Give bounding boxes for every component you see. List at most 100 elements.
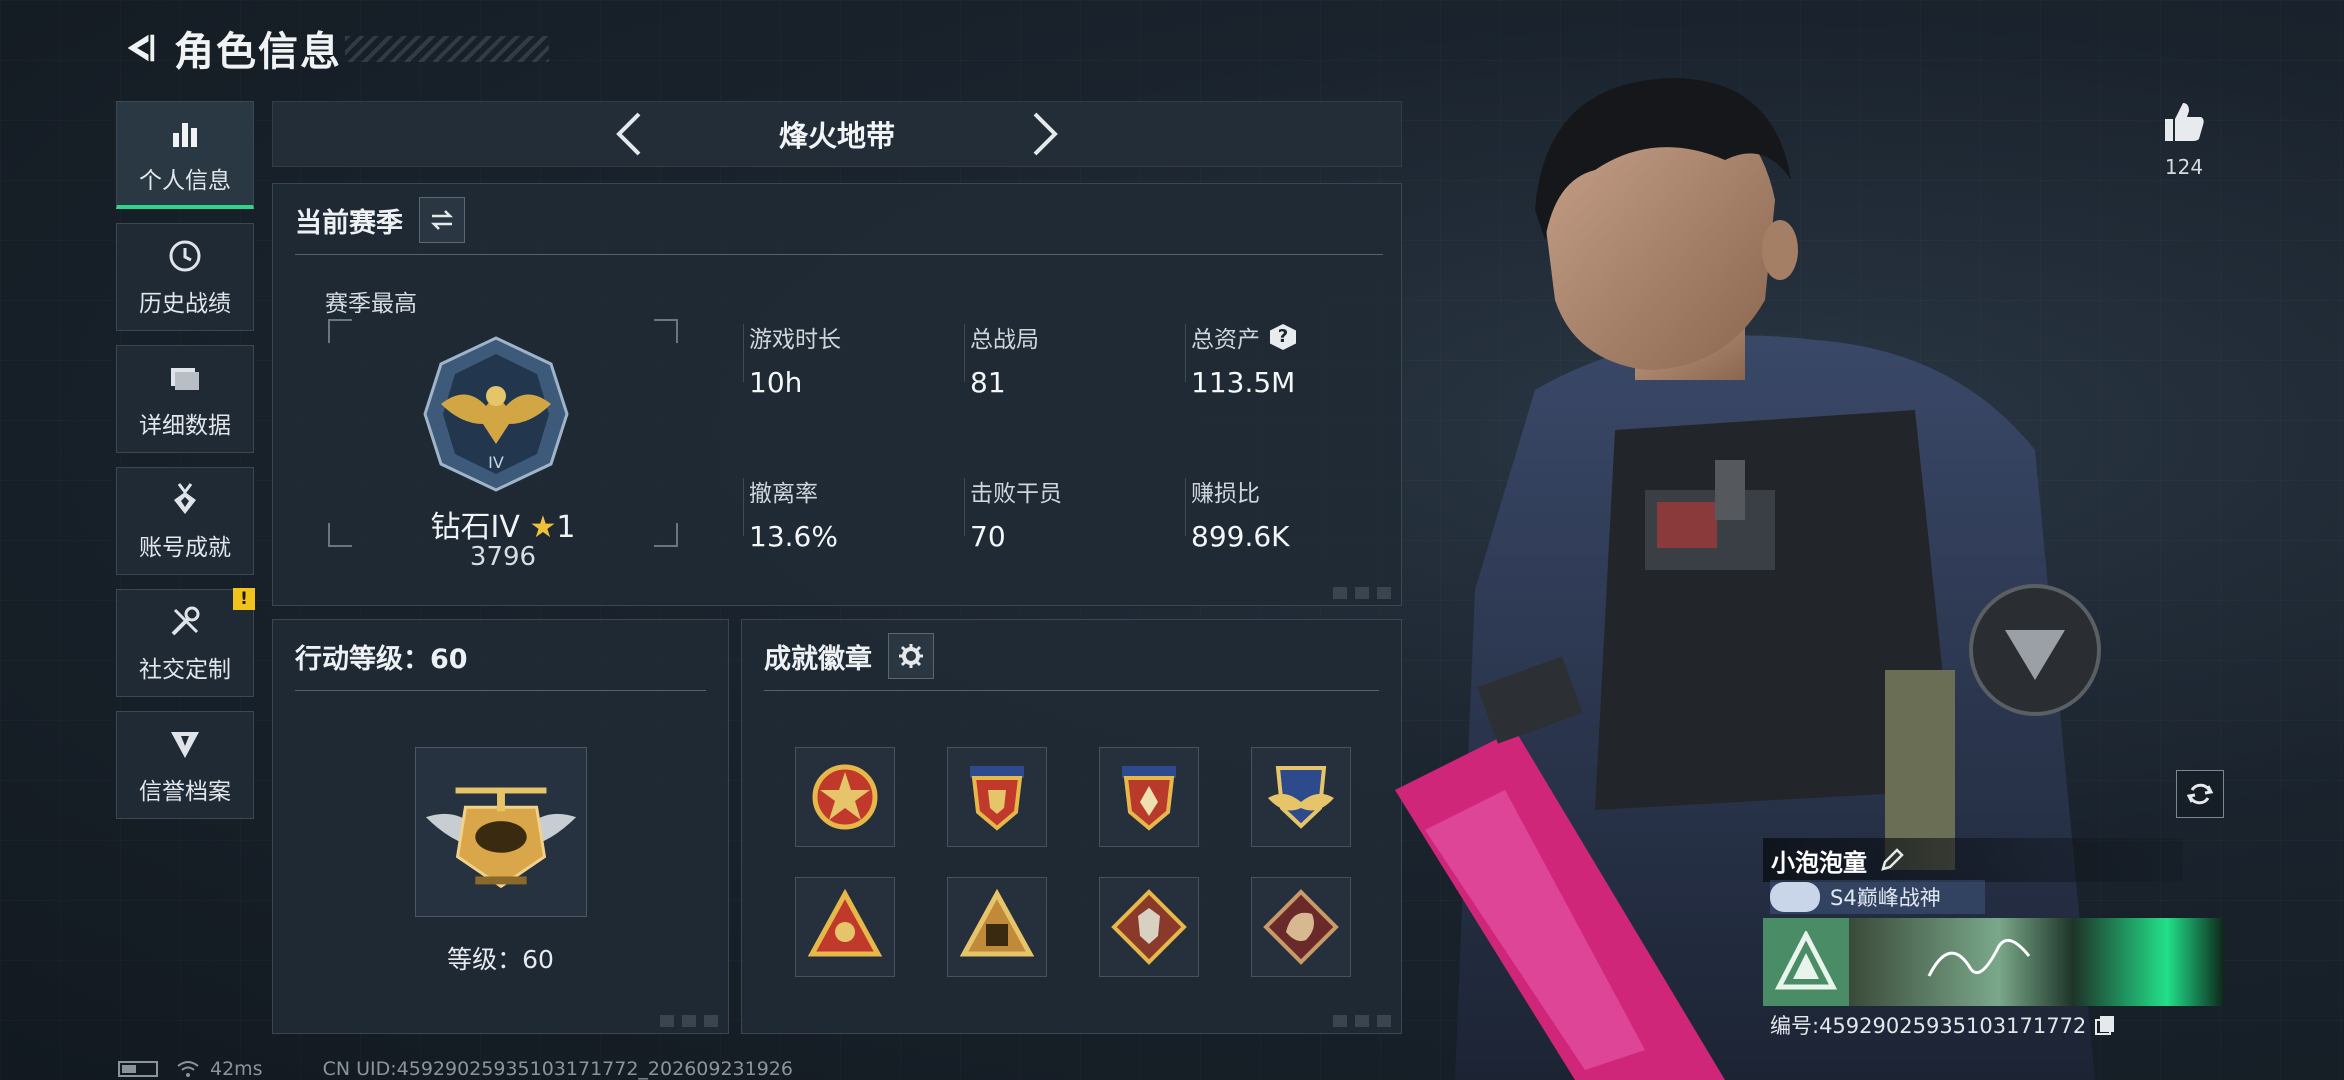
- triangle-badge-icon: [807, 888, 883, 957]
- nav-label: 历史战绩: [139, 291, 231, 317]
- stat-separator: [1185, 324, 1186, 382]
- player-card[interactable]: [1763, 918, 2223, 1006]
- stat-total-assets: 总资产 ? 113.5M: [1191, 320, 1391, 399]
- achievement-badge[interactable]: [795, 747, 895, 847]
- player-name-row: 小泡泡童: [1763, 838, 2183, 882]
- rank-name-row: 钻石IV ★1: [333, 502, 673, 546]
- medal-icon: [165, 480, 205, 520]
- star-medal-icon: [812, 764, 878, 830]
- signature-icon: [1927, 938, 2031, 977]
- wrench-screwdriver-icon: [165, 602, 205, 642]
- achievement-panel-header: 成就徽章: [742, 620, 1401, 692]
- side-nav: 个人信息 历史战绩 详细数据 账号成就 社交定制 ! 信誉档案: [116, 101, 255, 833]
- stat-label: 击败干员: [970, 481, 1062, 507]
- help-icon[interactable]: ?: [1270, 324, 1296, 350]
- like-button[interactable]: 124: [2155, 97, 2213, 179]
- stat-label-row: 总资产 ?: [1191, 320, 1391, 354]
- achievement-badge[interactable]: [1099, 877, 1199, 977]
- season-panel-header: 当前赛季: [273, 184, 1401, 256]
- stat-value: 13.6%: [749, 520, 838, 553]
- achievement-badge[interactable]: [1251, 747, 1351, 847]
- shield-medal-red-icon: [1122, 766, 1176, 831]
- nav-item-achievements[interactable]: 账号成就: [116, 467, 254, 575]
- player-title-row: S4巅峰战神: [1770, 880, 1985, 914]
- level-panel-header: 行动等级：60: [273, 620, 728, 692]
- refresh-button[interactable]: [2176, 770, 2224, 818]
- player-uid: 编号:45929025935103171772: [1770, 1014, 2087, 1038]
- back-button[interactable]: [118, 27, 160, 69]
- card-logo: [1763, 918, 1849, 1006]
- season-title: 当前赛季: [295, 207, 403, 239]
- stat-separator: [743, 324, 744, 382]
- mode-selector: 烽火地带: [272, 101, 1402, 167]
- player-name: 小泡泡童: [1771, 848, 1867, 877]
- mode-title: 烽火地带: [778, 119, 895, 153]
- player-uid-row: 编号:45929025935103171772: [1770, 1010, 2116, 1040]
- achievement-settings-button[interactable]: [888, 633, 934, 679]
- achievement-badge[interactable]: [1099, 747, 1199, 847]
- stat-label: 赚损比: [1191, 481, 1260, 507]
- stat-value: 899.6K: [1191, 520, 1290, 553]
- title-decoration: [345, 36, 549, 62]
- nav-label: 信誉档案: [139, 779, 231, 805]
- nav-label: 账号成就: [139, 535, 231, 561]
- top-bar: 角色信息: [118, 22, 342, 75]
- shield-medal-icon: [970, 766, 1024, 831]
- ping: 42ms: [210, 1058, 263, 1080]
- level-title: 行动等级：60: [295, 643, 468, 675]
- status-bar: 42ms CN UID:45929025935103171772_2026092…: [118, 1058, 793, 1080]
- folder-icon: [165, 358, 205, 398]
- battery-icon: [118, 1061, 158, 1077]
- next-mode-button[interactable]: [1015, 104, 1075, 164]
- bar-chart-icon: [165, 113, 205, 153]
- achievement-badge[interactable]: [1251, 877, 1351, 977]
- level-panel: 行动等级：60 等级：60: [272, 619, 729, 1034]
- corner-decoration: [1333, 1015, 1393, 1027]
- wolf-badge-icon: [1111, 889, 1187, 965]
- stat-value: 70: [970, 520, 1006, 553]
- rank-name: 钻石IV: [430, 510, 520, 545]
- dragon-badge-icon: [1263, 889, 1339, 965]
- nav-label: 社交定制: [139, 657, 231, 683]
- achievement-badge[interactable]: [947, 747, 1047, 847]
- level-emblem[interactable]: [415, 747, 587, 917]
- page-title: 角色信息: [174, 29, 342, 75]
- nav-item-details[interactable]: 详细数据: [116, 345, 254, 453]
- season-panel: 当前赛季 赛季最高 IV 钻石IV ★1 3796 游戏时长 10h 总战局 8…: [272, 183, 1402, 606]
- like-count: 124: [2164, 155, 2204, 179]
- achievement-badge[interactable]: [947, 877, 1047, 977]
- stat-label: 游戏时长: [749, 327, 841, 353]
- nav-item-reputation[interactable]: 信誉档案: [116, 711, 254, 819]
- star-icon: ★: [529, 510, 557, 545]
- warning-badge: !: [233, 588, 255, 610]
- prev-mode-button[interactable]: [599, 104, 659, 164]
- nav-item-history[interactable]: 历史战绩: [116, 223, 254, 331]
- season-switch-button[interactable]: [419, 197, 465, 243]
- refresh-icon: [2186, 783, 2214, 805]
- triangle-logo-icon: [1775, 931, 1837, 990]
- chevron-right-icon: [1033, 112, 1058, 156]
- divider: [295, 254, 1383, 255]
- status-uid: CN UID:45929025935103171772_202609231926: [322, 1058, 793, 1080]
- divider: [764, 690, 1379, 691]
- stat-separator: [1185, 478, 1186, 536]
- stat-separator: [743, 478, 744, 536]
- wing-shield-icon: [1268, 766, 1334, 829]
- copy-icon[interactable]: [2094, 1014, 2116, 1036]
- stat-extract-rate: 撤离率 13.6%: [749, 474, 949, 553]
- achievement-badge[interactable]: [795, 877, 895, 977]
- gear-icon: [899, 644, 923, 668]
- rank-score: 3796: [469, 542, 537, 572]
- wifi-icon: [177, 1061, 199, 1077]
- level-label: 等级：60: [447, 945, 554, 974]
- achievement-title: 成就徽章: [764, 643, 872, 675]
- edit-pencil-icon[interactable]: [1879, 847, 1905, 873]
- nav-item-social[interactable]: 社交定制 !: [116, 588, 255, 697]
- history-clock-icon: [165, 236, 205, 276]
- nav-item-profile[interactable]: 个人信息: [116, 101, 254, 209]
- achievement-panel: 成就徽章: [741, 619, 1402, 1034]
- stat-operators-defeated: 击败干员 70: [970, 474, 1170, 553]
- divider: [295, 690, 706, 691]
- nav-label: 详细数据: [139, 413, 231, 439]
- stat-label: 撤离率: [749, 481, 818, 507]
